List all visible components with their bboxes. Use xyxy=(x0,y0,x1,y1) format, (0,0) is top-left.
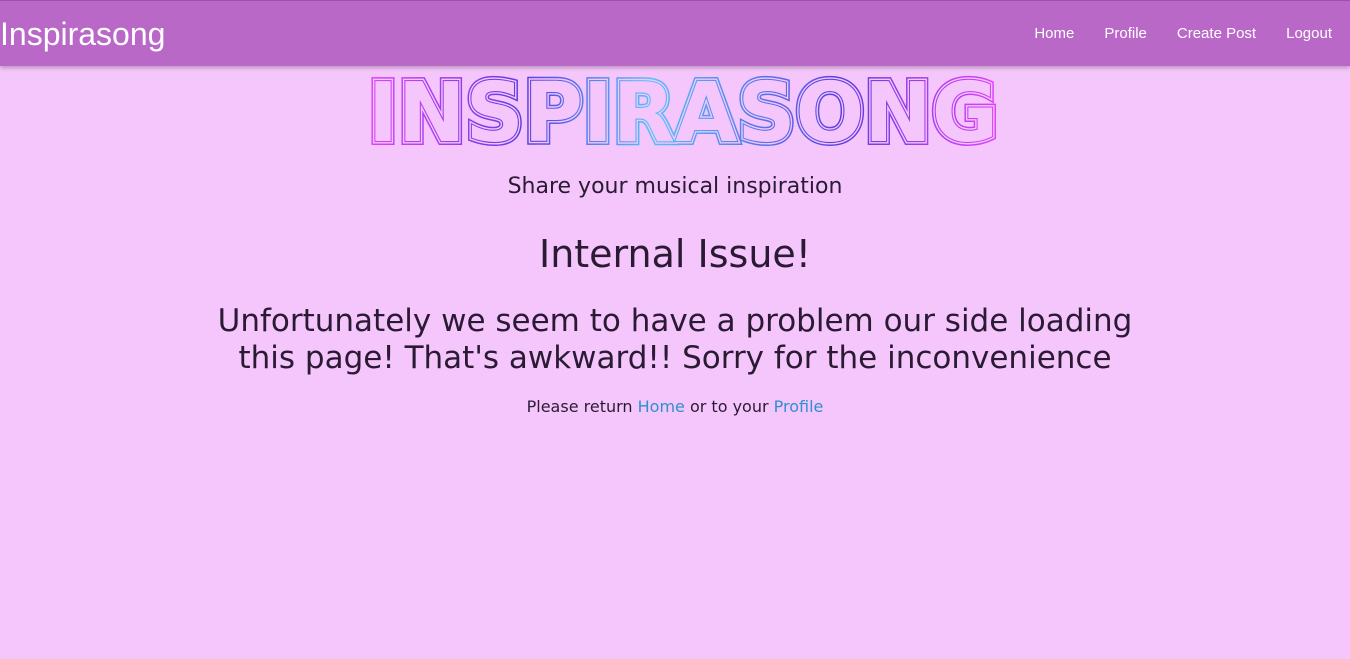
nav-link-logout[interactable]: Logout xyxy=(1286,23,1332,45)
error-title: Internal Issue! xyxy=(538,232,812,276)
return-home-link[interactable]: Home xyxy=(638,397,685,416)
nav-link-create-post[interactable]: Create Post xyxy=(1177,23,1256,45)
nav-link-home[interactable]: Home xyxy=(1034,23,1074,45)
return-line: Please return Home or to your Profile xyxy=(0,396,1350,418)
return-middle: or to your xyxy=(684,397,774,416)
logo-banner: INSPIRASONG INSPIRASONG INSPIRASONG INSP… xyxy=(366,74,1000,148)
return-profile-link[interactable]: Profile xyxy=(774,397,824,416)
brand-link[interactable]: Inspirasong xyxy=(0,15,165,53)
tagline: Share your musical inspiration xyxy=(507,174,843,199)
return-prefix: Please return xyxy=(526,397,638,416)
logo-image: INSPIRASONG INSPIRASONG INSPIRASONG INSP… xyxy=(366,74,1000,148)
nav-link-profile[interactable]: Profile xyxy=(1104,23,1147,45)
navbar: Inspirasong Home Profile Create Post Log… xyxy=(0,0,1350,66)
nav-links: Home Profile Create Post Logout xyxy=(1004,23,1332,45)
logo-text-core: INSPIRASONG xyxy=(368,74,998,148)
error-message: Unfortunately we seem to have a problem … xyxy=(217,303,1133,376)
